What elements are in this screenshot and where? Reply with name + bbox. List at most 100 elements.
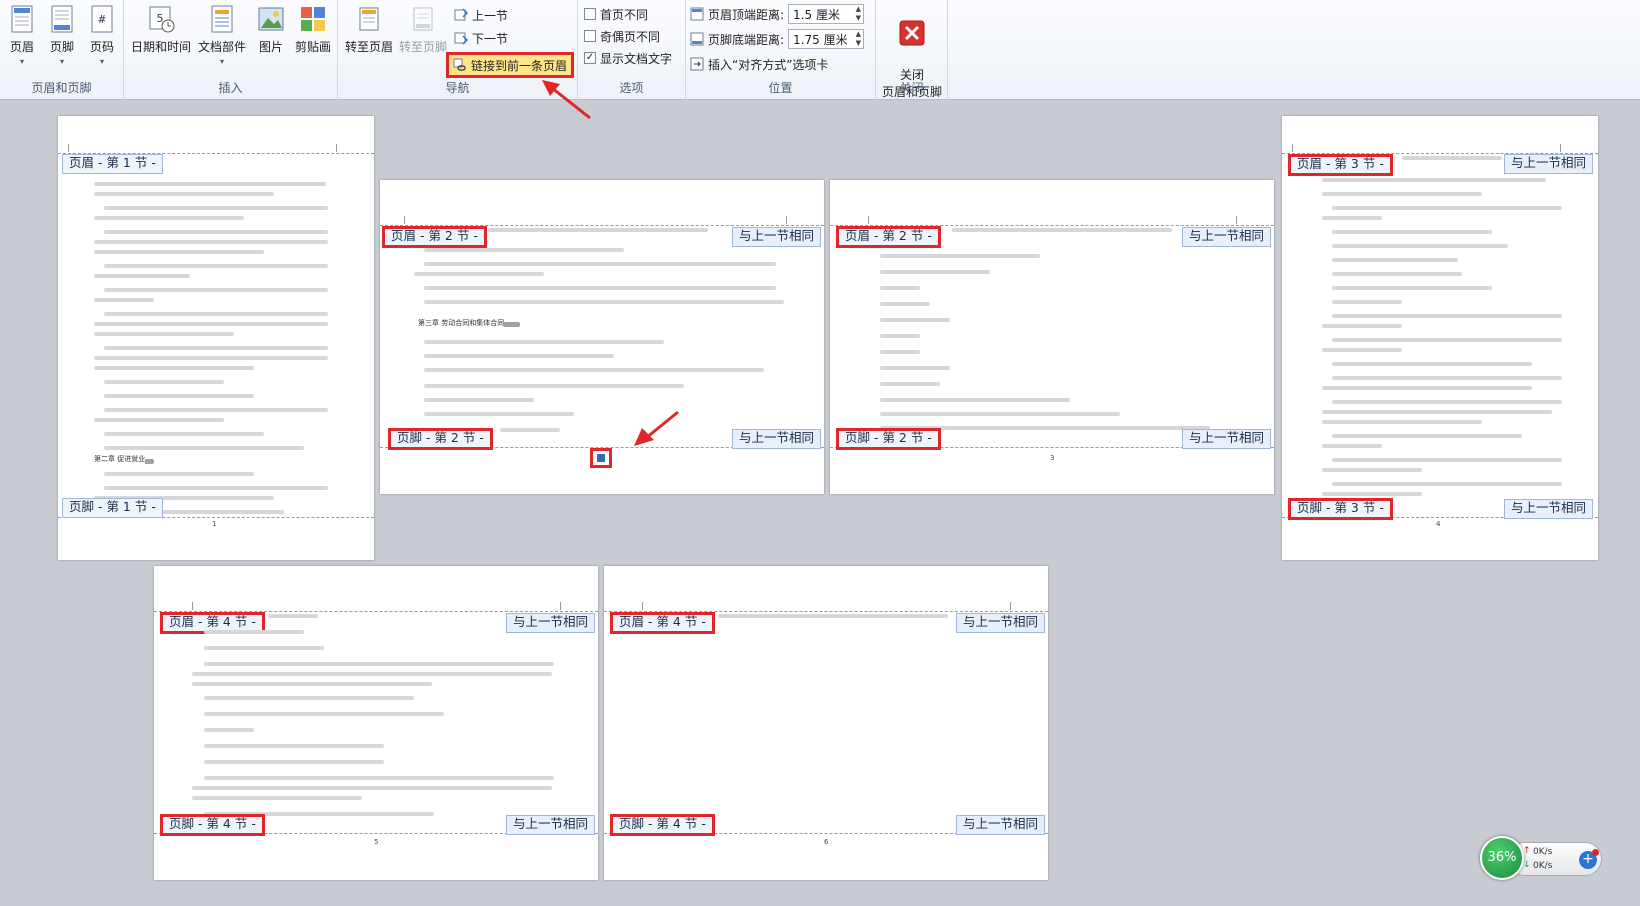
footer-section-tag[interactable]: 页脚 - 第 1 节 - [62, 498, 163, 518]
footer-section-tag[interactable]: 页脚 - 第 3 节 - [1288, 498, 1393, 520]
document-page-3: 页眉 - 第 2 节 - 与上一节相同 页脚 - 第 2 节 - 与上一节相同 … [830, 180, 1274, 494]
header-section-tag[interactable]: 页眉 - 第 2 节 - [836, 226, 941, 248]
same-as-previous-tag: 与上一节相同 [1504, 499, 1594, 519]
network-speed-widget[interactable]: ↑ 0K/s ↓ 0K/s + 36% [1478, 836, 1602, 884]
page-number: 3 [1050, 454, 1055, 462]
body-text-line [104, 206, 328, 210]
body-text-line [204, 630, 304, 634]
body-text-line [424, 354, 614, 358]
footer-from-bottom-input[interactable]: 1.75 厘米 ▲ ▼ [788, 29, 865, 49]
different-odd-even-checkbox[interactable]: 奇偶页不同 [584, 26, 660, 46]
page-number-highlight [590, 448, 612, 468]
footer-button[interactable]: 页脚 ▾ [40, 4, 84, 70]
footer-from-bottom-row: 页脚底端距离: 1.75 厘米 ▲ ▼ [690, 29, 865, 49]
body-text-line [880, 334, 920, 338]
body-text-line [1332, 458, 1562, 462]
checkbox-box [584, 30, 596, 42]
checkbox-box [584, 8, 596, 20]
body-text-line [1322, 492, 1422, 496]
body-text-line [718, 614, 948, 618]
next-section-icon [454, 32, 468, 45]
margin-tick [404, 216, 405, 224]
group-close: 关闭 页眉和页脚 关闭 [876, 0, 948, 100]
margin-tick [336, 144, 337, 152]
goto-footer-button[interactable]: 转至页脚 [398, 4, 448, 70]
chevron-down-icon: ▾ [99, 57, 104, 66]
previous-section-button[interactable]: 上一节 [454, 5, 508, 25]
close-icon [899, 20, 925, 46]
link-to-previous-label: 链接到前一条页眉 [471, 58, 568, 73]
memory-usage-circle[interactable]: 36% [1480, 836, 1524, 880]
body-text-line [1322, 324, 1402, 328]
quick-parts-icon [211, 5, 233, 33]
margin-tick [868, 216, 869, 224]
date-time-icon: 5 [149, 6, 175, 33]
footer-from-bottom-label: 页脚底端距离: [708, 32, 785, 47]
body-text-line [204, 760, 384, 764]
close-header-footer-button[interactable]: 关闭 页眉和页脚 [880, 4, 944, 99]
show-document-text-checkbox[interactable]: ✓ 显示文档文字 [584, 48, 672, 68]
body-text-line [204, 712, 444, 716]
date-time-button[interactable]: 5 日期和时间 [130, 4, 192, 70]
header-section-tag[interactable]: 页眉 - 第 2 节 - [382, 226, 487, 248]
goto-header-button[interactable]: 转至页眉 [344, 4, 394, 70]
same-as-previous-tag: 与上一节相同 [1504, 154, 1594, 174]
body-text-line [1332, 272, 1462, 276]
different-first-page-checkbox[interactable]: 首页不同 [584, 4, 648, 24]
page-number-button[interactable]: # 页码 ▾ [80, 4, 124, 70]
document-page-4: 页眉 - 第 3 节 - 与上一节相同 页脚 - 第 3 节 - 与上一节相同 … [1282, 116, 1598, 560]
same-as-previous-tag: 与上一节相同 [506, 815, 596, 835]
insert-align-tab-button[interactable]: 插入“对齐方式”选项卡 [690, 54, 828, 74]
checkbox-checked: ✓ [584, 52, 596, 64]
chapter-heading-text: 第三章 劳动合同和集体合同 [418, 318, 505, 328]
group-label-close: 关闭 [899, 81, 924, 95]
header-section-tag[interactable]: 页眉 - 第 3 节 - [1288, 154, 1393, 176]
page-number: 2 [598, 476, 603, 484]
body-text-line [1332, 482, 1562, 486]
body-text-line [104, 394, 254, 398]
quick-parts-button-label: 文档部件 [197, 40, 246, 54]
clip-art-button[interactable]: 剪贴画 [292, 4, 334, 70]
header-section-tag[interactable]: 页眉 - 第 1 节 - [62, 154, 163, 174]
footer-section-tag[interactable]: 页脚 - 第 2 节 - [836, 428, 941, 450]
page-number: 5 [374, 838, 379, 846]
footer-section-tag[interactable]: 页脚 - 第 2 节 - [388, 428, 493, 450]
body-text-line [424, 340, 664, 344]
upload-speed: 0K/s [1533, 847, 1553, 857]
body-text-line [1322, 216, 1382, 220]
group-insert: 5 日期和时间 文档部件 ▾ 图片 剪贴画 插入 [124, 0, 338, 100]
body-text-line [424, 248, 624, 252]
body-text-line [424, 384, 684, 388]
body-text-line [1332, 376, 1562, 380]
header-from-top-value: 1.5 厘米 [793, 8, 840, 22]
link-to-previous-button[interactable]: 链接到前一条页眉 [446, 52, 575, 78]
picture-button[interactable]: 图片 [252, 4, 290, 70]
header-from-top-row: 页眉顶端距离: 1.5 厘米 ▲ ▼ [690, 4, 865, 24]
body-text-line [880, 382, 940, 386]
next-section-button[interactable]: 下一节 [454, 28, 508, 48]
chevron-down-icon: ▾ [19, 57, 24, 66]
footer-section-tag[interactable]: 页脚 - 第 4 节 - [160, 814, 265, 836]
body-text-line [1332, 300, 1402, 304]
body-text-line [104, 288, 328, 292]
spinner-arrows-icon[interactable]: ▲ ▼ [856, 30, 861, 48]
body-text-line [94, 298, 154, 302]
header-from-top-input[interactable]: 1.5 厘米 ▲ ▼ [788, 4, 865, 24]
previous-section-icon [454, 8, 468, 21]
quick-parts-button[interactable]: 文档部件 ▾ [196, 4, 248, 70]
different-odd-even-label: 奇偶页不同 [600, 29, 661, 44]
date-time-button-label: 日期和时间 [130, 40, 191, 54]
header-button[interactable]: 页眉 ▾ [0, 4, 44, 70]
header-section-tag[interactable]: 页眉 - 第 4 节 - [610, 612, 715, 634]
add-icon[interactable]: + [1579, 849, 1599, 869]
body-text-line [880, 302, 930, 306]
align-tab-icon [690, 57, 704, 71]
footer-section-tag[interactable]: 页脚 - 第 4 节 - [610, 814, 715, 836]
body-text-line [204, 696, 414, 700]
body-text-line [1322, 410, 1552, 414]
body-text-line [880, 412, 1120, 416]
margin-tick [68, 144, 69, 152]
same-as-previous-tag: 与上一节相同 [506, 613, 596, 633]
group-header-footer: 页眉 ▾ 页脚 ▾ # 页码 ▾ 页眉和页脚 [0, 0, 124, 100]
spinner-arrows-icon[interactable]: ▲ ▼ [856, 5, 861, 23]
